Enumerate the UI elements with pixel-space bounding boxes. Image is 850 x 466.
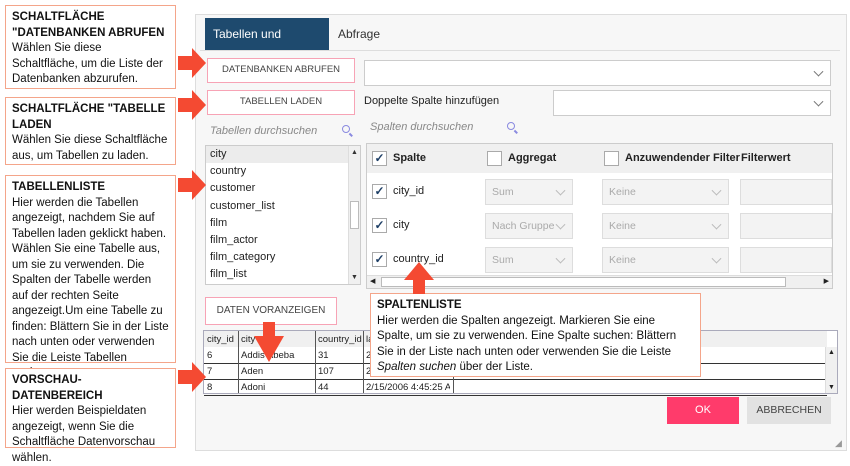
arrow-right-icon	[178, 362, 206, 392]
arrow-right-icon	[178, 90, 206, 120]
arrow-down-icon	[254, 322, 284, 362]
callout-arrows	[178, 48, 434, 392]
arrow-up-icon	[404, 262, 434, 294]
arrow-right-icon	[178, 170, 206, 200]
arrow-right-icon	[178, 48, 206, 78]
